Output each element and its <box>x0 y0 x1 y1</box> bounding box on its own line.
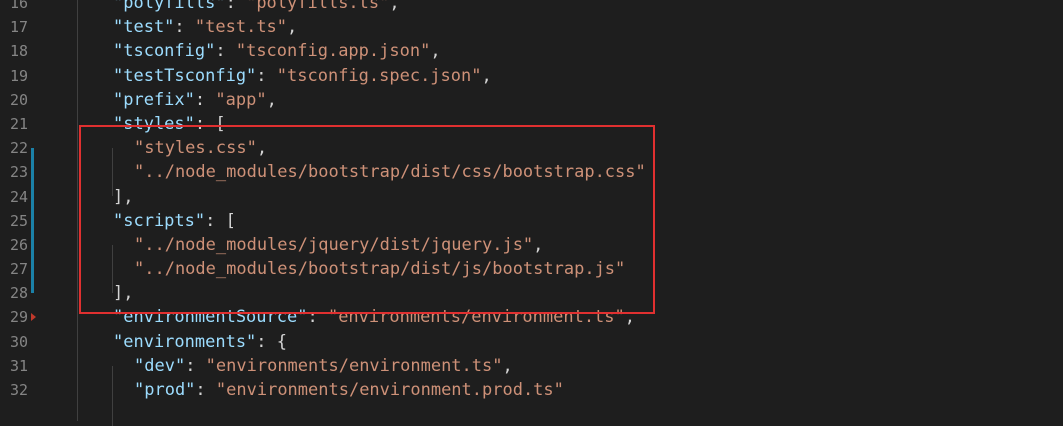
code-text: "testTsconfig": "tsconfig.spec.json", <box>91 64 492 88</box>
json-string: "environments/environment.ts" <box>205 355 503 376</box>
json-key: "testTsconfig" <box>113 65 257 86</box>
code-line[interactable]: 16 "polyfills": "polyfills.ts", <box>0 0 1063 15</box>
code-line[interactable]: 20 "prefix": "app", <box>0 88 1063 112</box>
json-key: "test" <box>113 17 175 38</box>
line-number: 31 <box>9 356 28 375</box>
json-string: "polyfills.ts" <box>246 0 390 13</box>
line-number: 32 <box>9 381 28 399</box>
code-text: "dev": "environments/environment.ts", <box>91 354 513 378</box>
code-line[interactable]: 30 "environments": { <box>0 330 1063 354</box>
json-key: "environments" <box>113 331 257 352</box>
json-key: "tsconfig" <box>113 41 216 62</box>
json-string: "tsconfig.app.json" <box>235 41 431 62</box>
code-text: "test": "test.ts", <box>91 15 297 39</box>
json-punctuation: , <box>502 355 513 376</box>
line-number: 18 <box>9 42 28 61</box>
line-number: 30 <box>9 332 28 351</box>
json-punctuation: : <box>256 65 277 86</box>
json-punctuation: , <box>266 89 277 110</box>
json-string: "test.ts" <box>194 17 288 38</box>
json-key: "dev" <box>134 355 186 376</box>
json-punctuation: : { <box>256 331 288 352</box>
json-punctuation: : <box>185 355 206 376</box>
line-number: 17 <box>9 18 28 37</box>
code-text: "prod": "environments/environment.prod.t… <box>91 378 564 402</box>
line-number: 16 <box>9 0 28 12</box>
line-number: 28 <box>9 284 28 303</box>
line-number: 27 <box>9 260 28 279</box>
json-punctuation: , <box>287 17 298 38</box>
line-number: 23 <box>9 163 28 182</box>
code-line[interactable]: 17 "test": "test.ts", <box>0 15 1063 39</box>
code-text: "tsconfig": "tsconfig.app.json", <box>91 39 441 63</box>
json-punctuation: , <box>430 41 441 62</box>
json-punctuation: : <box>215 41 236 62</box>
json-punctuation: , <box>481 65 492 86</box>
line-number: 25 <box>9 211 28 230</box>
line-number: 29 <box>9 308 28 327</box>
code-line[interactable]: 32 "prod": "environments/environment.prod… <box>0 378 1063 402</box>
code-line[interactable]: 18 "tsconfig": "tsconfig.app.json", <box>0 39 1063 63</box>
code-line[interactable]: 19 "testTsconfig": "tsconfig.spec.json", <box>0 64 1063 88</box>
line-number: 26 <box>9 235 28 254</box>
json-punctuation: : <box>174 17 195 38</box>
json-punctuation: : <box>225 0 247 13</box>
json-key: "prod" <box>134 380 196 400</box>
code-text: "prefix": "app", <box>91 88 277 112</box>
json-punctuation: : <box>194 89 216 110</box>
line-number: 24 <box>9 187 28 206</box>
json-string: "environments/environment.prod.ts" <box>215 380 564 400</box>
code-text: "environments": { <box>91 330 287 354</box>
json-key: "prefix" <box>113 89 195 110</box>
code-line[interactable]: 31 "dev": "environments/environment.ts", <box>0 354 1063 378</box>
line-number: 22 <box>9 139 28 158</box>
json-string: "app" <box>215 89 267 110</box>
code-text: "polyfills": "polyfills.ts", <box>91 0 400 15</box>
json-key: "polyfills" <box>113 0 226 13</box>
json-string: "tsconfig.spec.json" <box>276 65 482 86</box>
line-number: 19 <box>9 66 28 85</box>
json-punctuation: : <box>195 380 216 400</box>
line-number: 21 <box>9 114 28 133</box>
json-punctuation: , <box>389 0 400 13</box>
highlight-annotation-box <box>79 125 655 314</box>
line-number: 20 <box>9 90 28 109</box>
